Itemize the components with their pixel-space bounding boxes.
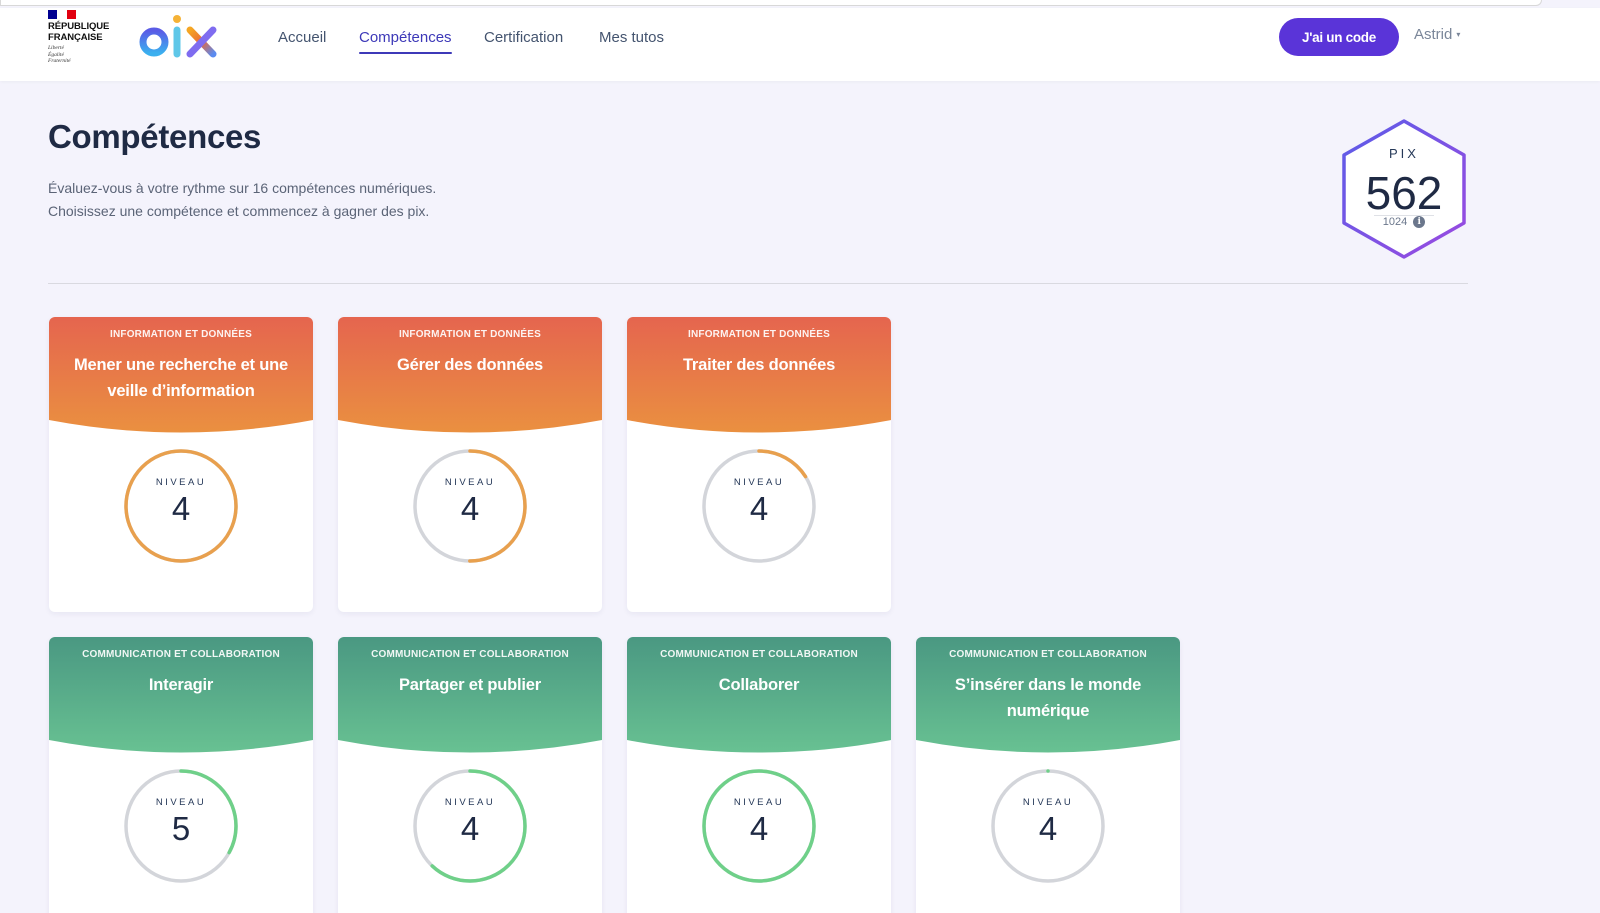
pix-logo-text: pix bbox=[138, 72, 140, 74]
card-area-label: COMMUNICATION ET COLLABORATION bbox=[660, 649, 858, 660]
info-icon[interactable]: i bbox=[1413, 216, 1426, 228]
pix-score-value: 562 bbox=[1365, 167, 1443, 219]
card-level-value: 4 bbox=[749, 810, 769, 847]
competence-card[interactable]: INFORMATION ET DONNÉES Mener une recherc… bbox=[49, 317, 313, 612]
subtitle-line-2: Choisissez une compétence et commencez à… bbox=[48, 203, 430, 219]
competence-card[interactable]: COMMUNICATION ET COLLABORATION S’insérer… bbox=[916, 637, 1180, 913]
pix-max-score: 1024 bbox=[1382, 216, 1408, 228]
user-menu[interactable]: Astrid ▾ bbox=[1414, 26, 1460, 43]
pix-label: PIX bbox=[1389, 146, 1419, 161]
section-divider bbox=[48, 283, 1468, 284]
card-competence-name: Collaborer bbox=[718, 676, 800, 694]
republique-francaise-logo[interactable]: RÉPUBLIQUE FRANÇAISE Liberté Égalité Fra… bbox=[48, 10, 118, 70]
top-navigation-bar: RÉPUBLIQUE FRANÇAISE Liberté Égalité Fra… bbox=[0, 8, 1600, 81]
card-level-label: NIVEAU bbox=[155, 477, 207, 488]
card-competence-name: Mener une recherche et une veille d’info… bbox=[74, 356, 288, 400]
page-subtitle: Évaluez-vous à votre rythme sur 16 compé… bbox=[48, 177, 436, 223]
pix-score-badge: PIX 562 1024 i bbox=[1340, 118, 1468, 260]
card-area-label: COMMUNICATION ET COLLABORATION bbox=[82, 649, 280, 660]
competence-card[interactable]: INFORMATION ET DONNÉES Traiter des donné… bbox=[627, 317, 891, 612]
card-level-value: 5 bbox=[171, 810, 191, 847]
card-level-label: NIVEAU bbox=[733, 477, 785, 488]
address-bar-edge bbox=[0, 0, 1542, 6]
browser-top-strip bbox=[0, 0, 1600, 8]
card-level-label: NIVEAU bbox=[1022, 797, 1074, 808]
card-area-label: INFORMATION ET DONNÉES bbox=[688, 329, 830, 340]
card-level-label: NIVEAU bbox=[444, 797, 496, 808]
competence-card[interactable]: INFORMATION ET DONNÉES Gérer des données… bbox=[338, 317, 602, 612]
card-level-value: 4 bbox=[1038, 810, 1058, 847]
subtitle-line-1: Évaluez-vous à votre rythme sur 16 compé… bbox=[48, 180, 437, 196]
caret-down-icon: ▾ bbox=[1456, 30, 1461, 39]
competence-card[interactable]: COMMUNICATION ET COLLABORATION Collabore… bbox=[627, 637, 891, 913]
rf-motto-fraternite: Fraternité bbox=[48, 58, 71, 64]
nav-competences[interactable]: Compétences bbox=[359, 28, 452, 54]
card-area-label: INFORMATION ET DONNÉES bbox=[110, 329, 252, 340]
card-area-label: COMMUNICATION ET COLLABORATION bbox=[949, 649, 1147, 660]
card-level-value: 4 bbox=[460, 490, 480, 527]
rf-name-line1: RÉPUBLIQUE bbox=[48, 21, 110, 32]
card-level-value: 4 bbox=[749, 490, 769, 527]
french-flag-icon bbox=[48, 10, 76, 19]
card-level-value: 4 bbox=[171, 490, 191, 527]
card-competence-name: S’insérer dans le monde numérique bbox=[954, 676, 1142, 720]
card-competence-name: Gérer des données bbox=[396, 356, 544, 374]
card-competence-name: Traiter des données bbox=[682, 356, 836, 374]
page-title: Compétences bbox=[48, 118, 262, 155]
jai-un-code-button[interactable]: J'ai un code bbox=[1279, 18, 1399, 56]
nav-certification[interactable]: Certification bbox=[484, 28, 563, 48]
user-name: Astrid bbox=[1414, 26, 1453, 43]
card-area-label: COMMUNICATION ET COLLABORATION bbox=[371, 649, 569, 660]
card-competence-name: Partager et publier bbox=[399, 676, 541, 694]
nav-mes-tutos[interactable]: Mes tutos bbox=[599, 28, 664, 48]
nav-accueil[interactable]: Accueil bbox=[278, 28, 326, 48]
card-level-label: NIVEAU bbox=[733, 797, 785, 808]
rf-name-line2: FRANÇAISE bbox=[48, 32, 103, 43]
card-level-value: 4 bbox=[460, 810, 480, 847]
competence-card[interactable]: COMMUNICATION ET COLLABORATION Partager … bbox=[338, 637, 602, 913]
card-level-label: NIVEAU bbox=[155, 797, 207, 808]
card-area-label: INFORMATION ET DONNÉES bbox=[399, 329, 541, 340]
pix-logo[interactable]: pix bbox=[138, 10, 220, 74]
card-competence-name: Interagir bbox=[148, 676, 214, 694]
card-level-label: NIVEAU bbox=[444, 477, 496, 488]
competence-card[interactable]: COMMUNICATION ET COLLABORATION Interagir… bbox=[49, 637, 313, 913]
